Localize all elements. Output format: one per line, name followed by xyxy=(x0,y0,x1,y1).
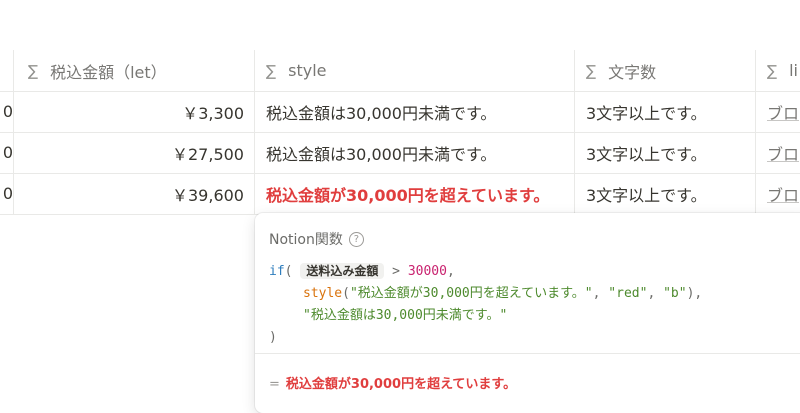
cell-link[interactable]: ブロ xyxy=(767,141,799,165)
header-cell-partial[interactable] xyxy=(0,50,14,91)
sigma-icon: ∑ xyxy=(266,61,277,80)
cell-char-count[interactable]: 3文字以上です。 xyxy=(575,91,756,132)
cell-partial: 0 xyxy=(0,173,14,214)
cell-tax-amount[interactable]: ￥27,500 xyxy=(14,132,255,173)
cell-link[interactable]: ブロ xyxy=(767,182,799,206)
table-row[interactable]: 0 ￥3,300 税込金額は30,000円未満です。 3文字以上です。 ブロ xyxy=(0,91,800,133)
code-string: "b" xyxy=(663,286,687,301)
cell-partial: 0 xyxy=(0,132,14,173)
code-string: "税込金額は30,000円未満です。" xyxy=(303,308,508,323)
code-paren: ( xyxy=(342,286,350,301)
cell-style[interactable]: 税込金額は30,000円未満です。 xyxy=(255,91,575,132)
header-tax-amount[interactable]: ∑ 税込金額（let） xyxy=(14,50,255,91)
sigma-icon: ∑ xyxy=(28,61,39,80)
sigma-icon: ∑ xyxy=(586,61,597,80)
formula-editor[interactable]: if( 送料込み金額 > 30000, style("税込金額が30,000円を… xyxy=(269,260,702,349)
code-paren: ) xyxy=(269,330,277,345)
code-comma: , xyxy=(694,286,703,301)
property-chip[interactable]: 送料込み金額 xyxy=(300,263,385,279)
cell-link[interactable]: ブロ xyxy=(767,100,799,124)
popup-title-text: Notion関数 xyxy=(269,232,343,248)
code-line-3: "税込金額は30,000円未満です。" xyxy=(269,305,702,327)
table-row[interactable]: 0 ￥27,500 税込金額は30,000円未満です。 3文字以上です。 ブロ xyxy=(0,132,800,174)
table-header-row: ∑ 税込金額（let） ∑ style ∑ 文字数 ∑ li xyxy=(0,50,800,92)
cell-style[interactable]: 税込金額は30,000円未満です。 xyxy=(255,132,575,173)
code-line-1: if( 送料込み金額 > 30000, xyxy=(269,260,702,283)
code-line-4: ) xyxy=(269,327,702,349)
code-keyword-if: if xyxy=(269,264,285,279)
cell-char-count[interactable]: 3文字以上です。 xyxy=(575,132,756,173)
cell-li[interactable]: ブロ xyxy=(756,91,800,132)
popup-title: Notion関数 ? xyxy=(269,229,364,249)
header-label: li xyxy=(789,61,798,80)
code-string: "税込金額が30,000円を超えています。" xyxy=(349,286,593,301)
code-comma: , xyxy=(446,264,455,279)
formula-popup: Notion関数 ? if( 送料込み金額 > 30000, style("税込… xyxy=(255,213,800,413)
cell-partial: 0 xyxy=(0,91,14,132)
cell-tax-amount[interactable]: ￥39,600 xyxy=(14,173,255,214)
header-label: 文字数 xyxy=(608,62,657,82)
code-function-style: style xyxy=(303,286,343,301)
result-value: 税込金額が30,000円を超えています。 xyxy=(285,377,517,392)
header-style[interactable]: ∑ style xyxy=(255,50,575,91)
header-char-count[interactable]: ∑ 文字数 xyxy=(575,50,756,91)
cell-style-highlighted[interactable]: 税込金額が30,000円を超えています。 xyxy=(255,173,575,214)
help-icon[interactable]: ? xyxy=(348,231,364,247)
code-line-2: style("税込金額が30,000円を超えています。", "red", "b"… xyxy=(303,286,703,301)
sigma-icon: ∑ xyxy=(767,61,778,80)
table-row[interactable]: 0 ￥39,600 税込金額が30,000円を超えています。 3文字以上です。 … xyxy=(0,173,800,215)
cell-tax-amount[interactable]: ￥3,300 xyxy=(14,91,255,132)
code-string: "red" xyxy=(608,286,648,301)
header-label: 税込金額（let） xyxy=(50,62,167,82)
cell-li[interactable]: ブロ xyxy=(756,132,800,173)
popup-divider xyxy=(255,353,800,354)
header-label: style xyxy=(288,61,327,80)
cell-char-count[interactable]: 3文字以上です。 xyxy=(575,173,756,214)
header-li[interactable]: ∑ li xyxy=(756,50,800,91)
code-number: 30000 xyxy=(407,264,447,279)
formula-result: = 税込金額が30,000円を超えています。 xyxy=(269,373,516,392)
code-operator: > xyxy=(392,264,400,279)
result-equals: = xyxy=(269,377,280,392)
code-paren: ( xyxy=(284,264,293,279)
cell-li[interactable]: ブロ xyxy=(756,173,800,214)
